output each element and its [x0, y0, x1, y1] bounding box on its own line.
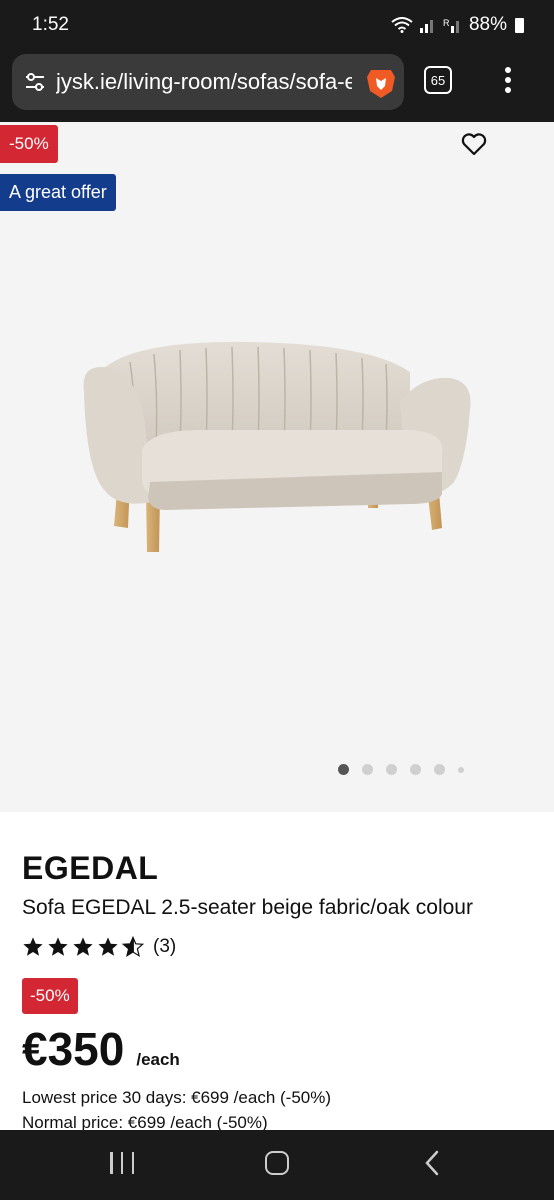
price-row: €350 /each	[22, 1022, 180, 1076]
star-icon	[48, 937, 68, 956]
product-rating[interactable]: (3)	[22, 936, 176, 958]
battery-percent: 88%	[468, 14, 507, 35]
product-gallery[interactable]: -50% A great offer	[0, 122, 554, 812]
status-time: 1:52	[32, 14, 69, 35]
star-icon	[73, 937, 93, 956]
product-title: Sofa EGEDAL 2.5-seater beige fabric/oak …	[22, 896, 473, 919]
browser-toolbar: jysk.ie/living-room/sofas/sofa-egedal 65	[0, 50, 554, 122]
system-nav-bar	[0, 1130, 554, 1200]
offer-badge: A great offer	[0, 174, 116, 211]
nav-home-icon[interactable]	[265, 1151, 289, 1175]
product-image-sofa	[83, 341, 471, 552]
heart-icon[interactable]	[460, 130, 488, 158]
battery-icon	[515, 17, 524, 33]
star-icon	[23, 937, 43, 956]
discount-badge: -50%	[0, 125, 58, 163]
signal-icon	[419, 20, 433, 33]
nav-back-icon[interactable]	[424, 1150, 440, 1176]
gallery-dot[interactable]	[458, 766, 464, 773]
product-brand: EGEDAL	[22, 850, 159, 886]
gallery-dot[interactable]	[434, 764, 445, 775]
status-bar: 1:52 R 88%	[0, 0, 554, 50]
star-half-icon	[122, 936, 144, 957]
rating-count[interactable]: (3)	[153, 936, 176, 958]
nav-recent-icon[interactable]	[110, 1152, 134, 1174]
url-text[interactable]: jysk.ie/living-room/sofas/sofa-egedal	[56, 69, 352, 95]
price-unit: /each	[136, 1050, 180, 1069]
lowest-price-text: Lowest price 30 days: €699 /each (-50%)	[22, 1088, 332, 1107]
svg-text:R: R	[443, 18, 450, 28]
star-icon	[98, 937, 118, 956]
gallery-dot[interactable]	[410, 764, 421, 775]
tune-icon[interactable]	[24, 72, 46, 92]
price: €350	[22, 1023, 125, 1075]
status-indicators: R 88%	[391, 14, 524, 36]
brave-lion-icon[interactable]	[364, 66, 398, 100]
signal-roaming-icon: R	[443, 18, 459, 33]
price-discount-badge: -50%	[22, 978, 78, 1014]
gallery-dot[interactable]	[386, 764, 397, 775]
gallery-pagination[interactable]	[338, 764, 464, 775]
gallery-dot[interactable]	[362, 764, 373, 775]
tabs-button[interactable]: 65	[424, 66, 452, 94]
wifi-icon	[391, 17, 413, 33]
more-vert-icon[interactable]	[496, 64, 520, 96]
gallery-dot[interactable]	[338, 764, 349, 775]
address-bar[interactable]: jysk.ie/living-room/sofas/sofa-egedal	[12, 54, 404, 110]
